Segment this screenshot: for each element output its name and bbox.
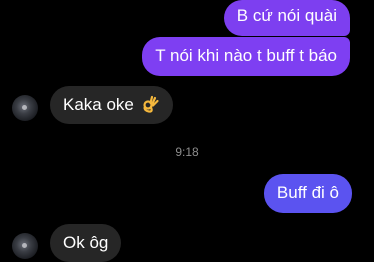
outgoing-message[interactable]: B cứ nói quài xyxy=(223,0,350,36)
message-text: B cứ nói quài xyxy=(236,6,337,25)
message-timestamp: 9:18 xyxy=(175,145,199,159)
outgoing-message[interactable]: T nói khi nào t buff t báo xyxy=(142,37,350,76)
incoming-message[interactable]: Ok ôg xyxy=(50,224,122,262)
chat-thread: B cứ nói quài T nói khi nào t buff t báo… xyxy=(0,0,374,262)
message-text: Ok ôg xyxy=(63,233,109,252)
message-text: Kaka oke xyxy=(63,95,134,114)
ok-hand-emoji-icon xyxy=(142,95,160,113)
outgoing-message[interactable]: Buff đi ô xyxy=(263,174,352,213)
incoming-message[interactable]: Kaka oke xyxy=(50,86,173,124)
message-text: T nói khi nào t buff t báo xyxy=(155,46,337,65)
contact-avatar[interactable] xyxy=(12,233,38,259)
message-text: Buff đi ô xyxy=(276,183,339,202)
contact-avatar[interactable] xyxy=(12,95,38,121)
